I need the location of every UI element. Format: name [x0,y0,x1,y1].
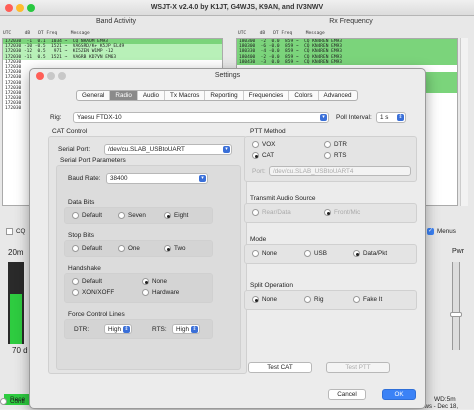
tab-reporting[interactable]: Reporting [205,91,244,100]
handshake-none-radio[interactable]: None [142,278,167,285]
stop-bits-default-radio[interactable]: Default [72,245,102,252]
rig-select[interactable]: Yaesu FTDX-10 ▾ [73,112,329,123]
settings-tabs: General Radio Audio Tx Macros Reporting Frequ… [76,90,358,101]
dtr-label: DTR: [74,326,90,333]
tx-audio-rear-radio[interactable]: Rear/Data [252,209,291,216]
ptt-rts-radio[interactable]: RTS [324,152,346,159]
ptt-vox-radio[interactable]: VOX [252,141,275,148]
ptt-method-heading: PTT Method [250,128,286,135]
band-activity-title: Band Activity [95,18,137,25]
rts-label: RTS: [152,326,167,333]
stepper-icon: ⇕ [123,326,130,333]
split-fakeit-radio[interactable]: Fake It [353,296,382,303]
tab-audio[interactable]: Audio [138,91,165,100]
signal-meter [8,262,24,344]
tab-general[interactable]: General [77,91,111,100]
rig-label: Rig: [50,114,62,121]
split-rig-radio[interactable]: Rig [304,296,323,303]
zoom-dialog-icon[interactable] [58,72,66,80]
tx-audio-heading: Transmit Audio Source [250,195,316,202]
chevron-down-icon: ▾ [320,114,327,121]
tab-colors[interactable]: Colors [289,91,319,100]
close-window-icon[interactable] [5,4,13,12]
poll-interval-stepper[interactable]: 1 s ⇕ [376,112,406,123]
window-title: WSJT-X v2.4.0 by K1JT, G4WJS, K9AN, and … [0,0,474,16]
mode-none-radio[interactable]: None [252,250,277,257]
tab-frequencies[interactable]: Frequencies [244,91,290,100]
ptt-dtr-radio[interactable]: DTR [324,141,347,148]
force-lines-heading: Force Control Lines [68,311,125,318]
data-bits-heading: Data Bits [68,199,95,206]
serial-params-heading: Serial Port Parameters [60,157,126,164]
data-bits-eight-radio[interactable]: Eight [164,212,188,219]
rx-frequency-columns: UTC dB DT Freq Message [238,31,325,36]
mode-datapkt-radio[interactable]: Data/Pkt [353,250,387,257]
wd-label: WD:5m [434,396,456,403]
ptt-port-label: Port: [252,168,266,175]
split-none-radio[interactable]: None [252,296,277,303]
mode-usb-radio[interactable]: USB [304,250,327,257]
power-slider[interactable] [450,262,462,350]
handshake-default-radio[interactable]: Default [72,278,102,285]
tab-tx-macros[interactable]: Tx Macros [165,91,206,100]
settings-title: Settings [214,72,241,79]
test-ptt-button[interactable]: Test PTT [326,362,390,373]
pwr-label: Pwr [452,248,465,255]
baud-rate-label: Baud Rate: [68,175,101,182]
baud-rate-select[interactable]: 38400 ▾ [106,173,208,184]
handshake-hardware-radio[interactable]: Hardware [142,289,179,296]
chevron-down-icon: ▾ [199,175,206,182]
ptt-cat-radio[interactable]: CAT [252,152,274,159]
cat-control-heading: CAT Control [52,128,88,135]
continuous-checkbox[interactable]: Conti [0,398,25,405]
minimize-dialog-icon[interactable] [47,72,55,80]
handshake-heading: Handshake [68,265,101,272]
test-cat-button[interactable]: Test CAT [248,362,312,373]
close-dialog-icon[interactable] [36,72,44,80]
poll-interval-label: Poll Interval: [336,114,372,121]
band-activity-columns: UTC dB DT Freq Message [3,31,90,36]
mode-heading: Mode [250,236,267,243]
cancel-button[interactable]: Cancel [328,389,366,400]
menus-checkbox[interactable]: ✓ Menus [427,228,456,235]
data-bits-seven-radio[interactable]: Seven [118,212,146,219]
tx-audio-front-radio[interactable]: Front/Mic [324,209,360,216]
chevron-down-icon: ▾ [223,146,230,153]
rts-select[interactable]: High ⇕ [172,324,200,334]
ptt-port-select[interactable]: /dev/cu.SLAB_USBtoUART4 [269,166,411,176]
tab-advanced[interactable]: Advanced [319,91,357,100]
stepper-icon: ⇕ [397,114,404,121]
stepper-icon: ⇕ [191,326,198,333]
minimize-window-icon[interactable] [16,4,24,12]
stop-bits-two-radio[interactable]: Two [164,245,186,252]
dtr-select[interactable]: High ⇕ [104,324,132,334]
cq-checkbox[interactable]: CQ [6,228,25,235]
serial-port-select[interactable]: /dev/cu.SLAB_USBtoUART ▾ [104,144,232,155]
stop-bits-heading: Stop Bits [68,232,95,239]
band-label: 20m [8,248,24,257]
rx-scrollbar[interactable] [460,38,468,206]
rx-frequency-title: Rx Frequency [329,18,373,25]
stop-bits-one-radio[interactable]: One [118,245,140,252]
level-label: 70 d [12,346,28,355]
serial-port-label: Serial Port: [58,146,91,153]
data-bits-default-radio[interactable]: Default [72,212,102,219]
handshake-xonxoff-radio[interactable]: XON/XOFF [72,289,114,296]
zoom-window-icon[interactable] [27,4,35,12]
tab-radio[interactable]: Radio [110,91,138,100]
split-heading: Split Operation [250,282,293,289]
settings-dialog: Settings General Radio Audio Tx Macros Repor… [29,68,426,409]
ok-button[interactable]: OK [382,389,416,400]
